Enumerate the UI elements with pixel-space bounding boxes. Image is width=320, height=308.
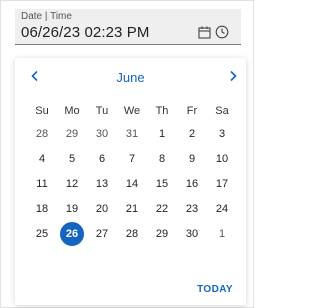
calendar-day[interactable]: 20 <box>87 196 117 221</box>
day-number: 28 <box>125 227 139 240</box>
weekday-header: Sa <box>215 105 229 117</box>
weekday-header: Fr <box>186 105 198 117</box>
calendar-day[interactable]: 15 <box>147 171 177 196</box>
day-number: 7 <box>128 152 136 165</box>
weekday-header: We <box>123 105 141 117</box>
calendar-day[interactable]: 12 <box>57 171 87 196</box>
day-number: 5 <box>68 152 76 165</box>
field-value[interactable]: 06/26/23 02:23 PM <box>21 24 149 41</box>
calendar-icon[interactable] <box>197 25 211 39</box>
day-number: 6 <box>98 152 106 165</box>
selected-day[interactable]: 26 <box>57 221 87 246</box>
day-number: 23 <box>185 202 199 215</box>
calendar-day[interactable]: 1 <box>207 221 237 246</box>
weekday-header: Th <box>155 105 169 117</box>
calendar-day[interactable]: 24 <box>207 196 237 221</box>
day-number: 30 <box>95 127 109 140</box>
day-number: 17 <box>215 177 229 190</box>
calendar-day[interactable]: 6 <box>87 146 117 171</box>
calendar-day[interactable]: 30 <box>87 121 117 146</box>
day-number: 10 <box>215 152 229 165</box>
calendar-day[interactable]: 7 <box>117 146 147 171</box>
day-number: 18 <box>35 202 49 215</box>
calendar-day[interactable]: 30 <box>177 221 207 246</box>
day-number: 12 <box>65 177 79 190</box>
day-number: 22 <box>155 202 169 215</box>
day-number: 14 <box>125 177 139 190</box>
field-label: Date | Time <box>21 11 72 22</box>
calendar-day[interactable]: 9 <box>177 146 207 171</box>
calendar-day[interactable]: 8 <box>147 146 177 171</box>
day-number: 9 <box>188 152 196 165</box>
day-number: 29 <box>155 227 169 240</box>
calendar-day[interactable]: 2 <box>177 121 207 146</box>
day-number: 4 <box>38 152 46 165</box>
calendar-day[interactable]: 23 <box>177 196 207 221</box>
calendar-day[interactable]: 13 <box>87 171 117 196</box>
calendar-day[interactable]: 3 <box>207 121 237 146</box>
chevron-right-icon[interactable] <box>225 68 241 84</box>
day-number: 15 <box>155 177 169 190</box>
day-number: 16 <box>185 177 199 190</box>
month-title[interactable]: June <box>15 70 246 85</box>
day-number: 1 <box>158 127 166 140</box>
day-number: 27 <box>95 227 109 240</box>
day-number: 8 <box>158 152 166 165</box>
calendar-day[interactable]: 31 <box>117 121 147 146</box>
weekday-header: Tu <box>95 105 109 117</box>
date-time-field[interactable]: Date | Time 06/26/23 02:23 PM <box>15 9 241 45</box>
calendar-day[interactable]: 29 <box>57 121 87 146</box>
day-number: 30 <box>185 227 199 240</box>
day-number: 20 <box>95 202 109 215</box>
day-number: 11 <box>36 177 48 190</box>
calendar-day[interactable]: 18 <box>27 196 57 221</box>
weekday-header: Mo <box>64 105 80 117</box>
day-number: 25 <box>35 227 49 240</box>
calendar-panel: June Su Mo Tu We Th Fr Sa 28 29 30 31 1 2 3 4 5 6 7 8 9 10 11… <box>15 58 246 305</box>
day-number: 19 <box>65 202 79 215</box>
calendar-day[interactable]: 17 <box>207 171 237 196</box>
calendar-day[interactable]: 22 <box>147 196 177 221</box>
weekday-header: Su <box>35 105 49 117</box>
day-number: 13 <box>95 177 109 190</box>
calendar-day[interactable]: 28 <box>117 221 147 246</box>
calendar-grid: Su Mo Tu We Th Fr Sa 28 29 30 31 1 2 3 4 5 6 7 8 9 10 11 12 13 1… <box>27 101 237 246</box>
day-number: 3 <box>218 127 226 140</box>
calendar-day[interactable]: 29 <box>147 221 177 246</box>
day-number: 2 <box>188 127 196 140</box>
calendar-day[interactable]: 25 <box>27 221 57 246</box>
calendar-day[interactable]: 28 <box>27 121 57 146</box>
calendar-day[interactable]: 21 <box>117 196 147 221</box>
day-number: 29 <box>65 127 79 140</box>
day-number: 28 <box>35 127 49 140</box>
calendar-day[interactable]: 11 <box>27 171 57 196</box>
today-button[interactable]: TODAY <box>197 284 233 295</box>
day-number: 24 <box>215 202 229 215</box>
calendar-day[interactable]: 10 <box>207 146 237 171</box>
calendar-day[interactable]: 19 <box>57 196 87 221</box>
calendar-day[interactable]: 14 <box>117 171 147 196</box>
day-number: 1 <box>218 227 226 240</box>
day-number: 31 <box>125 127 139 140</box>
day-number: 26 <box>60 221 84 246</box>
calendar-day[interactable]: 27 <box>87 221 117 246</box>
calendar-day[interactable]: 4 <box>27 146 57 171</box>
calendar-day[interactable]: 16 <box>177 171 207 196</box>
datetime-picker: Date | Time 06/26/23 02:23 PM June Su Mo… <box>0 0 254 308</box>
calendar-day[interactable]: 1 <box>147 121 177 146</box>
day-number: 21 <box>125 202 139 215</box>
calendar-day[interactable]: 5 <box>57 146 87 171</box>
clock-icon[interactable] <box>215 25 229 39</box>
